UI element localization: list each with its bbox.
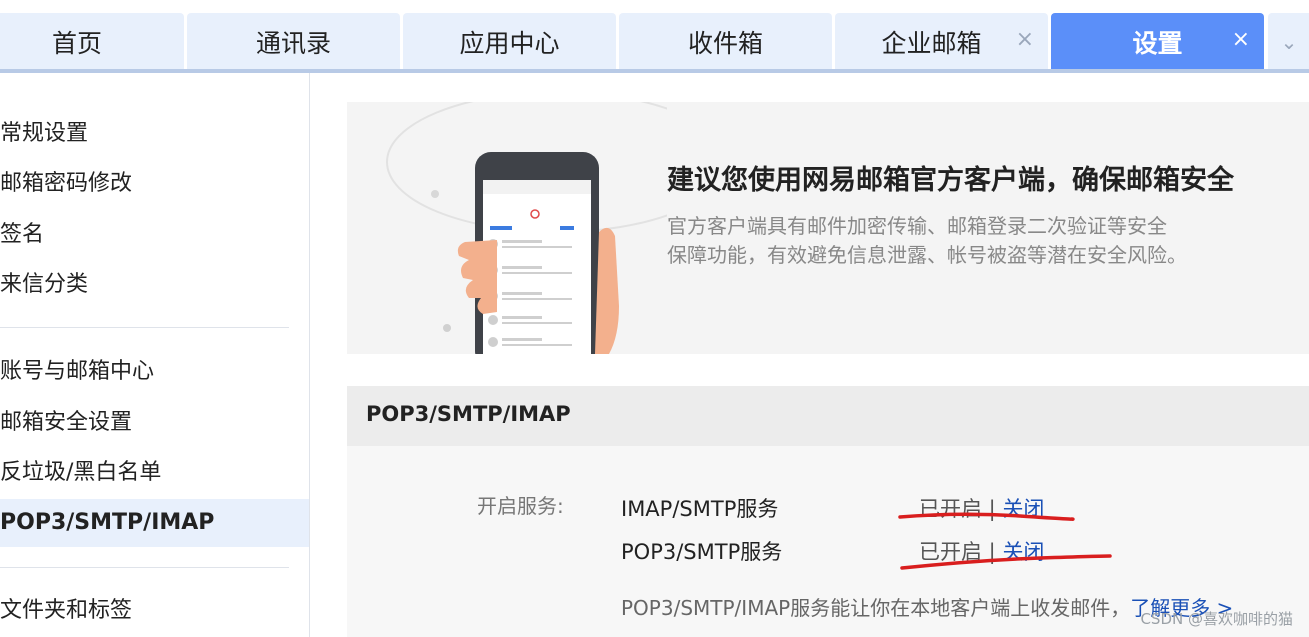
sidebar-item-mail-filter[interactable]: 来信分类 <box>0 261 309 309</box>
tab-label: 应用中心 <box>459 28 560 58</box>
banner-title: 建议您使用网易邮箱官方客户端，确保邮箱安全 <box>667 165 1234 196</box>
pop3-close-link[interactable]: 关闭 <box>1002 540 1044 564</box>
imap-service-name: IMAP/SMTP服务 <box>621 497 779 521</box>
sidebar-item-label: 常规设置 <box>0 121 89 146</box>
tab-enterprise-mail[interactable]: 企业邮箱 × <box>835 13 1048 70</box>
sidebar-item-label: 邮箱密码修改 <box>0 171 133 196</box>
tab-label: 首页 <box>51 28 102 58</box>
chevron-down-icon: ⌄ <box>1280 29 1298 54</box>
close-icon[interactable]: × <box>1232 27 1250 53</box>
description-text: POP3/SMTP/IMAP服务能让你在本地客户端上收发邮件， <box>621 596 1131 620</box>
sidebar-item-label: 来信分类 <box>0 272 89 297</box>
close-icon[interactable]: × <box>1016 27 1034 53</box>
separator: | <box>982 497 1003 521</box>
sidebar-divider <box>0 567 289 568</box>
status-text: 已开启 <box>919 497 982 521</box>
tab-bar: 首页 通讯录 应用中心 收件箱 企业邮箱 × 设置 × ⌄ <box>0 0 1309 73</box>
sidebar-item-label: 账号与邮箱中心 <box>0 359 155 384</box>
sidebar-item-label: 反垃圾/黑白名单 <box>0 460 162 485</box>
tab-contacts[interactable]: 通讯录 <box>187 13 400 70</box>
tab-inbox[interactable]: 收件箱 <box>619 13 832 70</box>
sidebar-item-label: 文件夹和标签 <box>0 598 133 623</box>
sidebar-item-label: POP3/SMTP/IMAP <box>0 510 215 535</box>
sidebar-item-password[interactable]: 邮箱密码修改 <box>0 160 309 208</box>
sidebar-item-pop3-smtp-imap[interactable]: POP3/SMTP/IMAP <box>0 499 309 547</box>
tab-app-center[interactable]: 应用中心 <box>403 13 616 70</box>
separator: | <box>982 540 1003 564</box>
client-promo-banner[interactable]: 建议您使用网易邮箱官方客户端，确保邮箱安全 官方客户端具有邮件加密传输、邮箱登录… <box>347 102 1309 354</box>
panel-title: POP3/SMTP/IMAP <box>366 402 571 426</box>
pop3-service-name: POP3/SMTP服务 <box>621 540 783 564</box>
imap-service-status: 已开启 | 关闭 <box>919 493 1044 523</box>
sidebar-item-signature[interactable]: 签名 <box>0 211 309 259</box>
tab-settings[interactable]: 设置 × <box>1051 13 1264 70</box>
tab-label: 设置 <box>1132 28 1183 58</box>
imap-close-link[interactable]: 关闭 <box>1002 497 1044 521</box>
pop3-service-status: 已开启 | 关闭 <box>919 536 1044 566</box>
tab-label: 收件箱 <box>687 28 763 58</box>
sidebar-item-label: 签名 <box>0 222 45 247</box>
sidebar-item-security[interactable]: 邮箱安全设置 <box>0 399 309 447</box>
open-service-label: 开启服务: <box>477 494 564 518</box>
watermark: CSDN @喜欢咖啡的猫 <box>1140 610 1293 628</box>
banner-desc-line: 保障功能，有效避免信息泄露、帐号被盗等潜在安全风险。 <box>667 243 1187 267</box>
sidebar-divider <box>0 327 289 328</box>
phone-illustration <box>386 102 667 354</box>
sidebar-item-label: 邮箱安全设置 <box>0 410 133 435</box>
tab-overflow-button[interactable]: ⌄ <box>1268 13 1309 70</box>
tab-label: 通讯录 <box>255 28 331 58</box>
banner-description: 官方客户端具有邮件加密传输、邮箱登录二次验证等安全 保障功能，有效避免信息泄露、… <box>667 212 1267 270</box>
sidebar-item-antispam[interactable]: 反垃圾/黑白名单 <box>0 449 309 497</box>
sidebar-item-general[interactable]: 常规设置 <box>0 110 309 158</box>
banner-desc-line: 官方客户端具有邮件加密传输、邮箱登录二次验证等安全 <box>667 214 1167 238</box>
tab-home[interactable]: 首页 <box>0 13 184 70</box>
sidebar-item-folders-tags[interactable]: 文件夹和标签 <box>0 587 309 635</box>
sidebar-item-account-center[interactable]: 账号与邮箱中心 <box>0 348 309 396</box>
status-text: 已开启 <box>919 540 982 564</box>
pop3-panel-header: POP3/SMTP/IMAP <box>347 386 1309 446</box>
settings-sidebar: 常规设置 邮箱密码修改 签名 来信分类 账号与邮箱中心 邮箱安全设置 反垃圾/黑… <box>0 73 310 637</box>
tab-label: 企业邮箱 <box>881 28 982 58</box>
